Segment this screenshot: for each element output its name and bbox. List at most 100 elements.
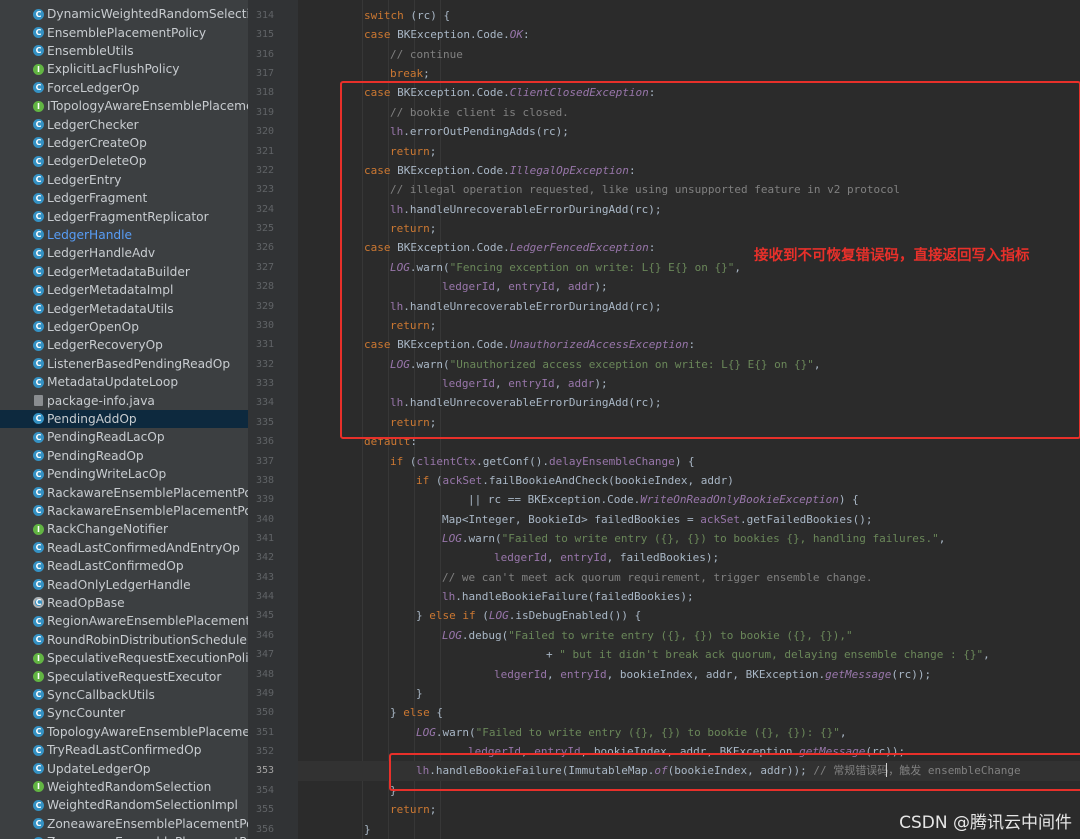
line-number: 352: [255, 746, 274, 758]
code-line[interactable]: + " but it didn't break ack quorum, dela…: [298, 645, 1080, 664]
line-number: 344: [255, 591, 274, 603]
code-line[interactable]: Map<Integer, BookieId> failedBookies = a…: [298, 510, 1080, 529]
tree-item-label: TopologyAwareEnsemblePlacementP: [47, 724, 248, 739]
tree-item[interactable]: C ReadOpBase: [0, 594, 248, 612]
tree-item-label: TryReadLastConfirmedOp: [47, 743, 202, 758]
tree-item[interactable]: C LedgerHandleAdv: [0, 244, 248, 262]
tree-item[interactable]: C LedgerRecoveryOp: [0, 336, 248, 354]
tree-item-label: LedgerMetadataBuilder: [47, 264, 190, 279]
code-token: if: [390, 454, 410, 468]
code-line[interactable]: ledgerId, entryId, failedBookies);: [298, 548, 1080, 567]
class-icon: C: [33, 266, 44, 278]
code-token: .failBookieAndCheck(bookieIndex, addr): [482, 473, 734, 487]
code-token: (rc) {: [403, 9, 451, 22]
code-line[interactable]: LOG.warn("Failed to write entry ({}, {})…: [298, 529, 1080, 548]
class-icon: C: [33, 413, 44, 425]
tree-item[interactable]: I SpeculativeRequestExecutor: [0, 667, 248, 685]
tree-item[interactable]: C DynamicWeightedRandomSelectionI: [0, 5, 248, 23]
tree-item[interactable]: C RoundRobinDistributionSchedule: [0, 631, 248, 649]
code-line[interactable]: LOG.debug("Failed to write entry ({}, {}…: [298, 626, 1080, 645]
tree-item[interactable]: C ReadOnlyLedgerHandle: [0, 575, 248, 593]
tree-item[interactable]: C UpdateLedgerOp: [0, 759, 248, 777]
code-line[interactable]: // we can't meet ack quorum requirement,…: [298, 568, 1080, 587]
tree-item[interactable]: I RackChangeNotifier: [0, 520, 248, 538]
code-line[interactable]: } else {: [298, 703, 1080, 722]
tree-item[interactable]: C PendingWriteLacOp: [0, 465, 248, 483]
class-icon: C: [33, 726, 44, 738]
code-token: .warn(: [461, 531, 502, 545]
tree-item[interactable]: C ForceLedgerOp: [0, 79, 248, 97]
tree-item[interactable]: C LedgerOpenOp: [0, 318, 248, 336]
tree-item[interactable]: C PendingAddOp: [0, 409, 248, 429]
code-token: "Failed to write entry ({}, {}) to booki…: [501, 531, 939, 545]
code-line[interactable]: // continue: [298, 45, 1080, 64]
tree-item[interactable]: C LedgerFragment: [0, 189, 248, 207]
tree-item[interactable]: C SyncCounter: [0, 704, 248, 722]
code-line[interactable]: }: [298, 684, 1080, 703]
tree-item-label: ZoneawareEnsemblePlacementPolic: [47, 835, 248, 839]
tree-item[interactable]: C LedgerCreateOp: [0, 134, 248, 152]
line-number: 321: [255, 145, 274, 157]
tree-item[interactable]: C LedgerMetadataImpl: [0, 281, 248, 299]
code-token: || rc == BKException.Code.: [468, 493, 641, 507]
tree-item[interactable]: C LedgerHandle: [0, 226, 248, 244]
interface-icon: I: [33, 781, 44, 793]
line-number: 343: [255, 571, 274, 583]
code-line[interactable]: switch (rc) {: [298, 6, 1080, 25]
tree-item[interactable]: CRackawareEnsemblePlacementPolicy: [0, 483, 248, 501]
tree-item[interactable]: C LedgerFragmentReplicator: [0, 207, 248, 225]
tree-item[interactable]: I ITopologyAwareEnsemblePlacement: [0, 97, 248, 115]
tree-item[interactable]: I WeightedRandomSelection: [0, 778, 248, 796]
tree-item[interactable]: package-info.java: [0, 391, 248, 409]
tree-item[interactable]: C TopologyAwareEnsemblePlacementP: [0, 723, 248, 741]
tree-item[interactable]: C PendingReadOp: [0, 447, 248, 465]
tree-item[interactable]: C ReadLastConfirmedOp: [0, 557, 248, 575]
tree-item[interactable]: C ListenerBasedPendingReadOp: [0, 355, 248, 373]
tree-item[interactable]: C SyncCallbackUtils: [0, 686, 248, 704]
tree-item[interactable]: CZoneawareEnsemblePlacementPolic: [0, 833, 248, 839]
tree-item[interactable]: C RegionAwareEnsemblePlacementPol: [0, 612, 248, 630]
tree-item[interactable]: CZoneawareEnsemblePlacementPolic: [0, 815, 248, 833]
tree-item[interactable]: C WeightedRandomSelectionImpl: [0, 796, 248, 814]
tree-item[interactable]: C LedgerMetadataBuilder: [0, 263, 248, 281]
code-line[interactable]: || rc == BKException.Code.WriteOnReadOnl…: [298, 490, 1080, 509]
interface-icon: I: [33, 652, 44, 664]
tree-item[interactable]: CRackawareEnsemblePlacementPolicy: [0, 502, 248, 520]
tree-item[interactable]: C EnsembleUtils: [0, 42, 248, 60]
tree-item[interactable]: C LedgerMetadataUtils: [0, 299, 248, 317]
code-line[interactable]: ledgerId, entryId, bookieIndex, addr, BK…: [298, 665, 1080, 684]
code-line[interactable]: lh.handleBookieFailure(failedBookies);: [298, 587, 1080, 606]
tree-item[interactable]: C ReadLastConfirmedAndEntryOp: [0, 539, 248, 557]
line-number: 329: [255, 300, 274, 312]
tree-item[interactable]: C LedgerChecker: [0, 115, 248, 133]
code-line[interactable]: if (clientCtx.getConf().delayEnsembleCha…: [298, 452, 1080, 471]
line-number: 346: [255, 629, 274, 641]
tree-item[interactable]: C PendingReadLacOp: [0, 428, 248, 446]
class-icon: C: [33, 174, 44, 186]
code-token: (: [409, 454, 417, 468]
line-number: 340: [255, 513, 274, 525]
line-number: 347: [255, 649, 274, 661]
code-line[interactable]: case BKException.Code.OK:: [298, 25, 1080, 44]
class-icon: C: [33, 192, 44, 204]
code-line[interactable]: } else if (LOG.isDebugEnabled()) {: [298, 606, 1080, 625]
class-icon: C: [33, 799, 44, 811]
code-token: ;: [429, 803, 437, 817]
code-token: ackSet: [442, 473, 483, 487]
tree-item[interactable]: C EnsemblePlacementPolicy: [0, 23, 248, 41]
tree-item-label: LedgerMetadataImpl: [47, 283, 174, 298]
code-line[interactable]: if (ackSet.failBookieAndCheck(bookieInde…: [298, 471, 1080, 490]
code-line[interactable]: LOG.warn("Failed to write entry ({}, {})…: [298, 723, 1080, 742]
class-icon: C: [33, 763, 44, 775]
tree-item-label: ZoneawareEnsemblePlacementPolic: [47, 816, 248, 831]
tree-item-label: SyncCounter: [47, 706, 126, 721]
tree-item[interactable]: C LedgerDeleteOp: [0, 152, 248, 170]
tree-item[interactable]: I SpeculativeRequestExecutionPolicy: [0, 649, 248, 667]
tree-item[interactable]: I ExplicitLacFlushPolicy: [0, 60, 248, 78]
tree-item-label: LedgerFragmentReplicator: [47, 209, 209, 224]
class-icon: C: [33, 431, 44, 443]
tree-item[interactable]: C MetadataUpdateLoop: [0, 373, 248, 391]
class-icon: C: [33, 247, 44, 259]
tree-item[interactable]: C TryReadLastConfirmedOp: [0, 741, 248, 759]
tree-item[interactable]: C LedgerEntry: [0, 171, 248, 189]
